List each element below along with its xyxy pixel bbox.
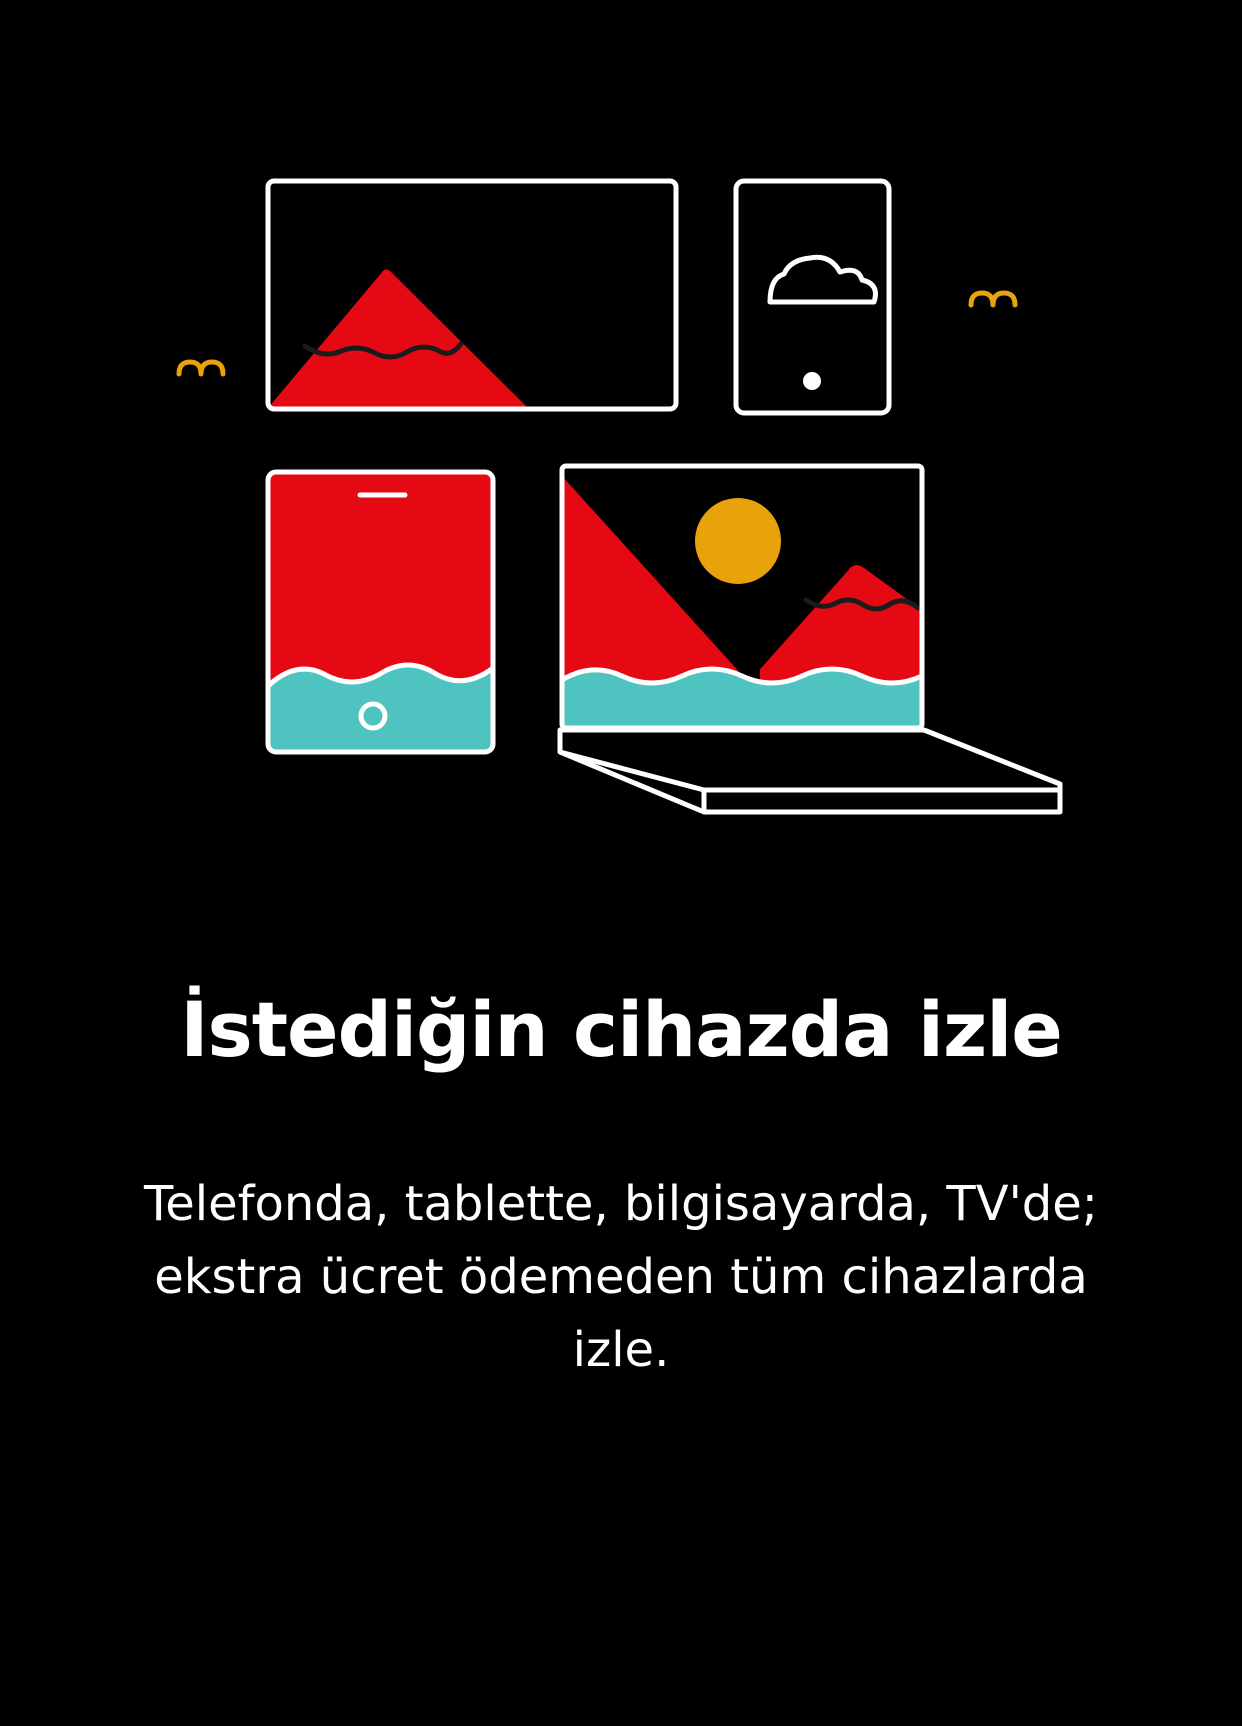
laptop-icon	[557, 463, 1063, 815]
devices-illustration	[176, 178, 1063, 815]
tv-icon	[265, 178, 679, 412]
bird-icon	[176, 359, 226, 377]
phone-icon	[733, 178, 892, 416]
bird-icon	[968, 290, 1018, 308]
tablet-icon	[265, 469, 496, 755]
page-title: İstediğin cihazda izle	[180, 985, 1063, 1074]
page-subtitle: Telefonda, tablette, bilgisayarda, TV'de…	[144, 1176, 1098, 1378]
